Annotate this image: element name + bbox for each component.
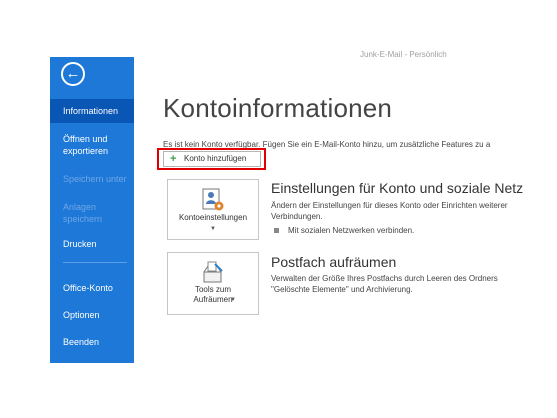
back-arrow-icon[interactable]: ← <box>61 62 85 86</box>
backstage-sidebar: ← Informationen Öffnen und exportieren S… <box>50 57 134 363</box>
sidebar-item-drucken[interactable]: Drucken <box>50 238 134 250</box>
add-account-button[interactable]: + Konto hinzufügen <box>163 151 261 167</box>
chevron-down-icon: ▼ <box>210 226 216 232</box>
page-title: Kontoinformationen <box>163 93 393 123</box>
account-settings-label: Kontoeinstellungen <box>178 213 248 222</box>
sidebar-item-speichern-unter: Speichern unter <box>63 174 127 184</box>
mailbox-cleanup-description: Verwalten der Größe Ihres Postfachs durc… <box>271 274 498 294</box>
sidebar-divider <box>63 262 127 263</box>
sidebar-item-anlagen-speichern: Anlagen speichern <box>63 202 103 224</box>
cleanup-tools-label: Tools zum Aufräumen <box>193 285 233 304</box>
sidebar-item-beenden[interactable]: Beenden <box>50 336 134 348</box>
chevron-down-icon: ▼ <box>230 297 236 303</box>
social-networks-link[interactable]: Mit sozialen Netzwerken verbinden. <box>288 226 414 235</box>
social-networks-bullet: Mit sozialen Netzwerken verbinden. <box>274 226 414 235</box>
window-title: Junk-E-Mail - Persönlich <box>360 50 447 59</box>
bullet-square-icon <box>274 228 279 234</box>
add-account-label: Konto hinzufügen <box>184 154 247 163</box>
account-settings-description: Ändern der Einstellungen für dieses Kont… <box>271 201 508 221</box>
account-settings-tile[interactable]: Kontoeinstellungen ▼ <box>167 179 259 240</box>
cleanup-tools-tile[interactable]: Tools zum Aufräumen ▼ <box>167 252 259 315</box>
plus-icon: + <box>170 153 177 165</box>
account-settings-title: Einstellungen für Konto und soziale Netz <box>271 180 524 196</box>
sidebar-item-office-konto[interactable]: Office-Konto <box>50 282 134 294</box>
sidebar-item-oeffnen-exportieren[interactable]: Öffnen und exportieren <box>50 133 134 157</box>
account-settings-icon <box>168 188 258 212</box>
sidebar-item-optionen[interactable]: Optionen <box>50 309 134 321</box>
mailbox-cleanup-title: Postfach aufräumen <box>271 254 397 270</box>
cleanup-tools-icon <box>168 261 258 285</box>
sidebar-item-informationen[interactable]: Informationen <box>50 99 134 123</box>
